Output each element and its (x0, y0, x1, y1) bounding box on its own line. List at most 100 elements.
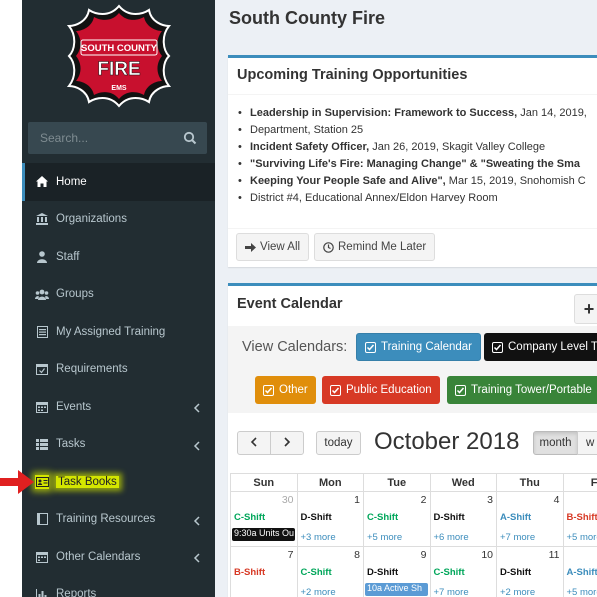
calendar-day-cell[interactable]: 10 C-Shift +7 more (429, 546, 497, 597)
more-events-link[interactable]: +7 more (500, 532, 535, 543)
training-opportunities-box: Upcoming Training Opportunities Leadersh… (228, 55, 597, 267)
sidebar-item-home[interactable]: Home (22, 163, 215, 201)
event-calendar-box: Event Calendar + View Calendars: Trainin… (228, 283, 597, 597)
sidebar-item-label: Training Resources (56, 513, 156, 526)
calendar-event[interactable]: 10a Active Sh (365, 583, 428, 596)
training-details: Jan 26, 2019, Skagit Valley College (369, 141, 546, 153)
logo[interactable]: SOUTH COUNTY FIRE EMS (66, 4, 172, 108)
day-number: 7 (287, 549, 294, 561)
calendar-day-cell[interactable]: 3 D-Shift +6 more (429, 491, 497, 547)
address-card-icon (35, 474, 49, 489)
calendar-day-cell[interactable]: B-Shift +5 more (562, 491, 597, 547)
calendar-day-cell[interactable]: A-Shift +5 more (562, 546, 597, 597)
sidebar-item-other-calendars[interactable]: Other Calendars (22, 538, 215, 576)
sidebar-item-label: Staff (56, 250, 80, 263)
maltese-cross-logo-icon: SOUTH COUNTY FIRE EMS (66, 4, 172, 108)
sidebar-item-groups[interactable]: Groups (22, 276, 215, 314)
training-title[interactable]: "Surviving Life's Fire: Managing Change"… (250, 158, 580, 170)
filter-label: Other (279, 384, 308, 396)
next-month-button[interactable] (270, 431, 304, 455)
list-item[interactable]: Leadership in Supervision: Framework to … (238, 105, 597, 122)
training-title[interactable]: Keeping Your People Safe and Alive", (250, 175, 446, 187)
day-header: Tue (363, 473, 431, 492)
home-icon (35, 175, 49, 189)
view-all-button[interactable]: View All (236, 233, 310, 261)
check-square-icon (365, 341, 376, 353)
user-icon (35, 250, 49, 264)
calendar-day-cell[interactable]: 4 A-Shift +7 more (496, 491, 564, 547)
filter-other[interactable]: Other (255, 376, 316, 404)
bank-icon (35, 212, 49, 226)
more-events-link[interactable]: +2 more (301, 587, 336, 597)
sidebar-item-reports[interactable]: Reports (22, 576, 215, 597)
week-row: 30 C-Shift 9:30a Units Ou 1 D-Shift +3 more 2 C… (230, 491, 597, 547)
search-input[interactable] (28, 122, 178, 154)
day-number: 2 (420, 494, 427, 506)
remind-me-later-button[interactable]: Remind Me Later (314, 233, 436, 261)
more-events-link[interactable]: +5 more (367, 532, 402, 543)
chevron-right-icon (283, 436, 291, 450)
calendar-day-cell[interactable]: 30 C-Shift 9:30a Units Ou (230, 491, 298, 547)
filter-public-education[interactable]: Public Education (322, 376, 440, 404)
sidebar-item-events[interactable]: Events (22, 388, 215, 426)
calendar-day-cell[interactable]: 7 B-Shift (230, 546, 298, 597)
sidebar-item-task-books[interactable]: Task Books (22, 463, 215, 501)
calendar-event[interactable]: 9:30a Units Ou (232, 528, 295, 541)
shift-label: B-Shift (234, 567, 266, 578)
sidebar-item-label: Events (56, 400, 92, 413)
shift-label: B-Shift (566, 512, 597, 523)
sidebar-item-organizations[interactable]: Organizations (22, 201, 215, 239)
view-calendars-label: View Calendars: (242, 339, 348, 355)
more-events-link[interactable]: +5 more (567, 532, 597, 543)
day-number: 11 (548, 549, 560, 561)
training-title[interactable]: Incident Safety Officer, (250, 141, 369, 153)
divider (228, 94, 597, 95)
list-icon (35, 437, 49, 451)
left-gutter (0, 0, 22, 597)
more-events-link[interactable]: +3 more (301, 532, 336, 543)
sidebar-item-my-assigned-training[interactable]: My Assigned Training (22, 313, 215, 351)
sidebar-item-label: My Assigned Training (56, 325, 166, 338)
filter-training-tower-portable[interactable]: Training Tower/Portable (447, 376, 597, 404)
chevron-left-icon (193, 552, 201, 563)
training-title[interactable]: Leadership in Supervision: Framework to … (250, 107, 517, 119)
calendar-day-cell[interactable]: 2 C-Shift +5 more (363, 491, 431, 547)
calendar-icon (35, 550, 49, 564)
sidebar-item-requirements[interactable]: Requirements (22, 351, 215, 389)
users-icon (35, 287, 49, 301)
week-view-button[interactable]: w (577, 431, 597, 455)
sidebar-item-training-resources[interactable]: Training Resources (22, 501, 215, 539)
divider (228, 228, 597, 229)
sidebar-item-label: Home (56, 175, 87, 188)
calendar-day-cell[interactable]: 8 C-Shift +2 more (296, 546, 364, 597)
add-event-button[interactable]: + (574, 294, 597, 324)
day-header: Wed (429, 473, 497, 492)
list-item[interactable]: "Surviving Life's Fire: Managing Change"… (238, 156, 597, 173)
filter-label: Company Level Tr (508, 341, 597, 353)
shift-label: D-Shift (500, 567, 532, 578)
search-icon[interactable] (183, 131, 197, 145)
month-view-button[interactable]: month (533, 431, 578, 455)
calendar-day-cell[interactable]: 9 D-Shift 10a Active Sh (363, 546, 431, 597)
sidebar-item-staff[interactable]: Staff (22, 238, 215, 276)
logo-line1: SOUTH COUNTY (81, 43, 158, 54)
sidebar-item-tasks[interactable]: Tasks (22, 426, 215, 464)
more-events-link[interactable]: +2 more (500, 587, 535, 597)
filter-company-level-training[interactable]: Company Level Tr (484, 333, 597, 361)
more-events-link[interactable]: +5 more (567, 587, 597, 597)
list-item[interactable]: Incident Safety Officer, Jan 26, 2019, S… (238, 139, 597, 156)
more-events-link[interactable]: +7 more (434, 587, 469, 597)
day-number: 9 (420, 549, 427, 561)
sidebar-item-label: Task Books (56, 475, 119, 488)
today-button[interactable]: today (316, 431, 361, 455)
filter-training-calendar[interactable]: Training Calendar (356, 333, 481, 361)
more-events-link[interactable]: +6 more (434, 532, 469, 543)
filter-label: Training Calendar (381, 341, 472, 353)
training-details: District #4, Educational Annex/Eldon Har… (250, 192, 498, 204)
shift-label: A-Shift (500, 512, 532, 523)
shift-label: C-Shift (367, 512, 399, 523)
calendar-day-cell[interactable]: 11 D-Shift +2 more (496, 546, 564, 597)
prev-month-button[interactable] (237, 431, 271, 455)
day-header: Thu (496, 473, 564, 492)
calendar-day-cell[interactable]: 1 D-Shift +3 more (296, 491, 364, 547)
